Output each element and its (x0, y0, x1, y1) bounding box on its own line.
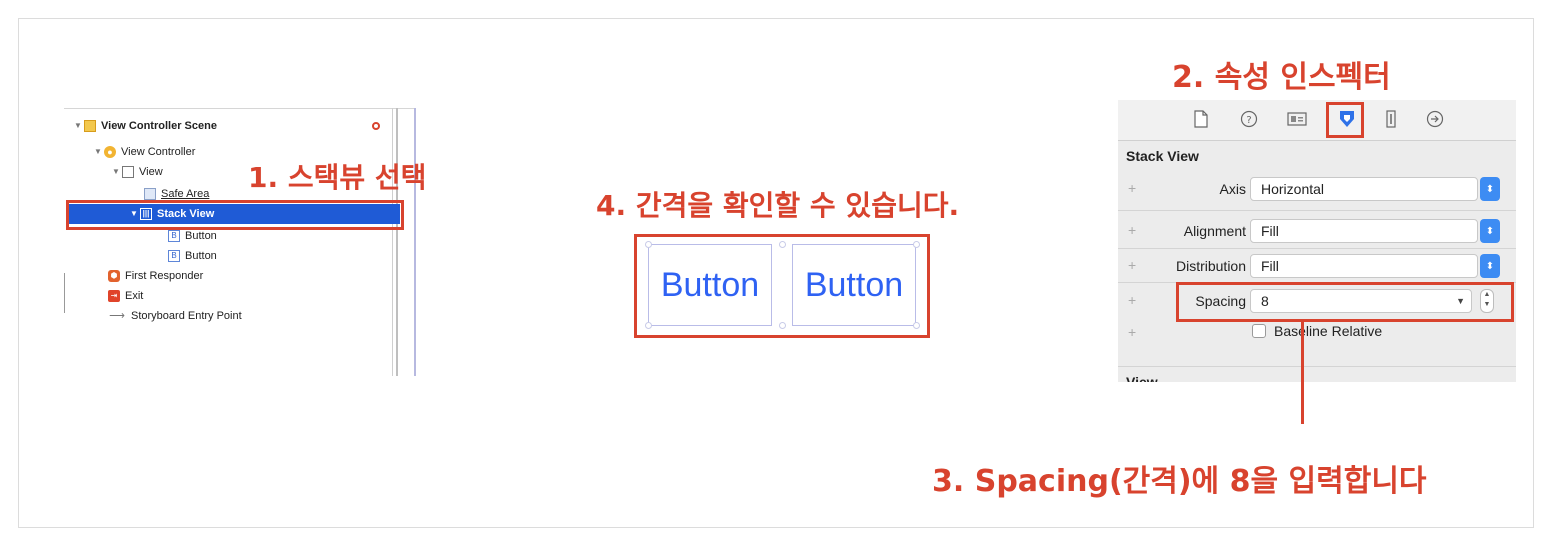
annotation-step1: 1. 스택뷰 선택 (248, 161, 427, 194)
disclosure-triangle-icon[interactable]: ▼ (110, 162, 122, 182)
baseline-relative-checkbox[interactable] (1252, 324, 1266, 338)
outline-item-label: Button (185, 250, 217, 262)
file-icon[interactable] (1190, 108, 1212, 130)
plus-icon[interactable]: + (1128, 180, 1136, 196)
distribution-popup[interactable]: Fill (1250, 254, 1478, 278)
inspector-toolbar: ? (1118, 100, 1516, 141)
plus-icon[interactable]: + (1128, 292, 1136, 308)
resize-handle[interactable] (913, 322, 920, 329)
outline-item-label: Storyboard Entry Point (131, 310, 242, 322)
resize-handle[interactable] (779, 241, 786, 248)
disclosure-triangle-icon[interactable]: ▼ (72, 116, 84, 136)
highlight-stack-view-row (66, 200, 404, 230)
plus-icon[interactable]: + (1128, 257, 1136, 273)
canvas-stack-view[interactable]: Button Button (645, 241, 920, 329)
baseline-relative-label: Baseline Relative (1274, 323, 1383, 339)
button-icon: B (168, 250, 180, 262)
axis-popup[interactable]: Horizontal (1250, 177, 1478, 201)
attributes-inspector: ? Stack View + Axis Horizontal ⬍ + Align… (1118, 100, 1516, 382)
highlight-attributes-tab (1326, 102, 1364, 138)
outline-item-exit[interactable]: ⇥ Exit (108, 286, 143, 306)
resize-handle[interactable] (779, 322, 786, 329)
plus-icon[interactable]: + (1128, 222, 1136, 238)
canvas-button-1[interactable]: Button (648, 244, 772, 326)
canvas-button-2[interactable]: Button (792, 244, 916, 326)
popup-arrows-icon[interactable]: ⬍ (1480, 177, 1500, 201)
safe-area-icon (144, 188, 156, 200)
resize-handle[interactable] (645, 322, 652, 329)
outline-item-first-responder[interactable]: ⬢ First Responder (108, 266, 203, 286)
resize-handle[interactable] (913, 241, 920, 248)
distribution-row: + Distribution Fill ⬍ (1118, 251, 1516, 281)
outline-item-button-2[interactable]: B Button (168, 246, 217, 266)
annotation-step2: 2. 속성 인스펙터 (1172, 60, 1391, 95)
inspector-next-section: View (1126, 374, 1158, 382)
inspector-section-title: Stack View (1126, 148, 1199, 164)
highlight-spacing-row (1176, 282, 1514, 322)
annotation-step3: 3. Spacing(간격)에 8을 입력합니다 (932, 464, 1427, 499)
outline-item-label: First Responder (125, 270, 204, 282)
popup-arrows-icon[interactable]: ⬍ (1480, 254, 1500, 278)
popup-arrows-icon[interactable]: ⬍ (1480, 219, 1500, 243)
canvas-edge (414, 108, 416, 376)
connections-icon[interactable] (1424, 108, 1446, 130)
outline-item-view[interactable]: ▼ View (110, 162, 163, 182)
arrow-right-icon: ⟶ (109, 310, 125, 322)
help-icon[interactable]: ? (1238, 108, 1260, 130)
exit-icon: ⇥ (108, 290, 120, 302)
outline-item-view-controller[interactable]: ▼ ● View Controller (92, 142, 195, 162)
first-responder-icon: ⬢ (108, 270, 120, 282)
alignment-popup[interactable]: Fill (1250, 219, 1478, 243)
view-icon (122, 166, 134, 178)
outline-item-label: Exit (125, 290, 144, 302)
axis-row: + Axis Horizontal ⬍ (1118, 174, 1516, 204)
identity-icon[interactable] (1286, 108, 1308, 130)
view-controller-icon: ● (104, 146, 116, 158)
outline-item-storyboard-entry-point[interactable]: ⟶ Storyboard Entry Point (108, 306, 242, 326)
disclosure-triangle-icon[interactable]: ▼ (92, 142, 104, 162)
annotation-connector-line (1301, 322, 1304, 424)
outline-item-label: View Controller (121, 146, 196, 158)
resize-handle[interactable] (645, 241, 652, 248)
size-icon[interactable] (1380, 108, 1402, 130)
document-outline: ▼ View Controller Scene ▼ ● View Control… (64, 108, 416, 376)
button-icon: B (168, 230, 180, 242)
alignment-row: + Alignment Fill ⬍ (1118, 216, 1516, 246)
outline-item-label: View Controller Scene (101, 120, 217, 132)
svg-text:?: ? (1246, 115, 1251, 126)
scene-icon (84, 120, 96, 132)
annotation-step4: 4. 간격을 확인할 수 있습니다. (596, 189, 960, 222)
close-scene-icon[interactable] (372, 122, 380, 130)
plus-icon[interactable]: + (1128, 324, 1136, 340)
outline-item-view-controller-scene[interactable]: ▼ View Controller Scene (72, 116, 217, 136)
outline-item-label: View (139, 166, 163, 178)
